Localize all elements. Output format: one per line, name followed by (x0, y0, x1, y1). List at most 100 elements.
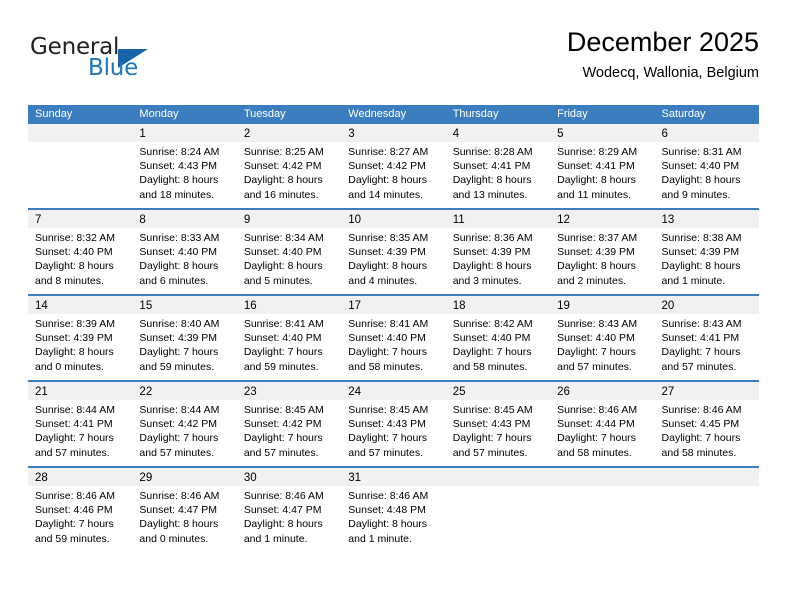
daylight-text-line2: and 58 minutes. (557, 446, 632, 459)
day-sun-info: Sunrise: 8:46 AM Sunset: 4:45 PM Daylight:… (655, 400, 759, 460)
sunset-text: Sunset: 4:39 PM (348, 246, 426, 259)
daylight-text-line2: and 57 minutes. (35, 446, 110, 459)
sunrise-text: Sunrise: 8:45 AM (243, 404, 324, 416)
calendar-day-cell[interactable]: 20 Sunrise: 8:43 AM Sunset: 4:41 PM Dayligh… (654, 296, 759, 380)
daylight-text-line2: and 0 minutes. (35, 360, 104, 373)
calendar-day-cell[interactable]: 2 Sunrise: 8:25 AM Sunset: 4:42 PM Daylight… (236, 124, 342, 208)
daylight-text-line2: and 57 minutes. (139, 446, 215, 459)
daylight-text-line1: Daylight: 8 hours (661, 260, 741, 273)
day-number: 7 (35, 214, 42, 226)
sunset-text: Sunset: 4:47 PM (243, 504, 322, 517)
calendar-day-cell[interactable]: 3 Sunrise: 8:27 AM Sunset: 4:42 PM Daylight… (341, 124, 446, 208)
daylight-text-line1: Daylight: 8 hours (452, 260, 532, 273)
daylight-text-line2: and 59 minutes. (243, 360, 319, 373)
calendar-day-cell[interactable]: 12 Sunrise: 8:37 AM Sunset: 4:39 PM Dayligh… (550, 210, 655, 294)
day-number-band: 18 (445, 296, 551, 314)
sunset-text: Sunset: 4:40 PM (348, 332, 426, 345)
daylight-text-line2: and 1 minute. (243, 532, 308, 545)
day-sun-info: Sunrise: 8:43 AM Sunset: 4:41 PM Daylight:… (655, 314, 759, 374)
calendar-day-cell[interactable]: 29 Sunrise: 8:46 AM Sunset: 4:47 PM Dayligh… (132, 468, 237, 552)
calendar-day-cell[interactable]: 17 Sunrise: 8:41 AM Sunset: 4:40 PM Dayligh… (341, 296, 446, 380)
calendar-day-cell[interactable]: 1 Sunrise: 8:24 AM Sunset: 4:43 PM Daylight… (132, 124, 237, 208)
day-number-band: 17 (341, 296, 446, 314)
daylight-text-line2: and 3 minutes. (452, 274, 522, 287)
daylight-text-line1: Daylight: 7 hours (452, 432, 532, 445)
daylight-text-line2: and 59 minutes. (139, 360, 215, 373)
calendar-day-cell[interactable]: 11 Sunrise: 8:36 AM Sunset: 4:39 PM Dayligh… (445, 210, 551, 294)
day-number-band: 3 (341, 124, 446, 142)
calendar-day-cell[interactable]: 8 Sunrise: 8:33 AM Sunset: 4:40 PM Daylight… (132, 210, 237, 294)
calendar-day-cell[interactable]: 31 Sunrise: 8:46 AM Sunset: 4:48 PM Dayligh… (341, 468, 446, 552)
day-number: 20 (661, 300, 675, 312)
day-sun-info: Sunrise: 8:32 AM Sunset: 4:40 PM Daylight:… (28, 228, 132, 288)
calendar-day-cell[interactable]: 27 Sunrise: 8:46 AM Sunset: 4:45 PM Dayligh… (654, 382, 759, 466)
sunrise-text: Sunrise: 8:27 AM (348, 146, 429, 158)
day-number: 5 (557, 128, 564, 140)
calendar-day-cell[interactable]: 6 Sunrise: 8:31 AM Sunset: 4:40 PM Daylight… (654, 124, 759, 208)
day-number: 14 (35, 300, 48, 312)
calendar-day-cell[interactable]: 9 Sunrise: 8:34 AM Sunset: 4:40 PM Daylight… (236, 210, 342, 294)
calendar-day-cell[interactable]: 5 Sunrise: 8:29 AM Sunset: 4:41 PM Daylight… (550, 124, 655, 208)
sunrise-text: Sunrise: 8:33 AM (139, 232, 220, 244)
daylight-text-line1: Daylight: 7 hours (557, 346, 636, 359)
calendar-day-cell[interactable]: 21 Sunrise: 8:44 AM Sunset: 4:41 PM Dayligh… (28, 382, 133, 466)
calendar-day-cell[interactable]: 19 Sunrise: 8:43 AM Sunset: 4:40 PM Dayligh… (550, 296, 655, 380)
calendar-day-cell[interactable]: 4 Sunrise: 8:28 AM Sunset: 4:41 PM Daylight… (445, 124, 551, 208)
daylight-text-line1: Daylight: 7 hours (452, 346, 532, 359)
daylight-text-line2: and 1 minute. (348, 532, 412, 545)
sunset-text: Sunset: 4:42 PM (243, 418, 322, 431)
calendar-week-row: 1 Sunrise: 8:24 AM Sunset: 4:43 PM Daylight… (28, 124, 759, 208)
day-number-band: 28 (28, 468, 133, 486)
daylight-text-line1: Daylight: 8 hours (243, 260, 323, 273)
calendar-day-cell[interactable]: 25 Sunrise: 8:45 AM Sunset: 4:43 PM Dayligh… (445, 382, 551, 466)
sunrise-text: Sunrise: 8:42 AM (452, 318, 533, 330)
daylight-text-line1: Daylight: 7 hours (35, 518, 114, 531)
day-number-band: 14 (28, 296, 133, 314)
day-sun-info: Sunrise: 8:29 AM Sunset: 4:41 PM Daylight:… (550, 142, 654, 202)
sunset-text: Sunset: 4:39 PM (557, 246, 635, 259)
calendar-day-cell[interactable]: 24 Sunrise: 8:45 AM Sunset: 4:43 PM Dayligh… (341, 382, 446, 466)
day-sun-info: Sunrise: 8:24 AM Sunset: 4:43 PM Daylight:… (132, 142, 236, 202)
daylight-text-line2: and 58 minutes. (452, 360, 528, 373)
day-sun-info: Sunrise: 8:44 AM Sunset: 4:42 PM Daylight:… (132, 400, 236, 460)
calendar-day-cell[interactable]: 30 Sunrise: 8:46 AM Sunset: 4:47 PM Dayligh… (236, 468, 342, 552)
day-sun-info: Sunrise: 8:45 AM Sunset: 4:42 PM Daylight:… (237, 400, 341, 460)
sunrise-text: Sunrise: 8:46 AM (348, 490, 429, 502)
calendar-day-cell[interactable]: 16 Sunrise: 8:41 AM Sunset: 4:40 PM Dayligh… (236, 296, 342, 380)
calendar-day-cell[interactable]: 13 Sunrise: 8:38 AM Sunset: 4:39 PM Dayligh… (654, 210, 759, 294)
calendar-day-cell[interactable]: 10 Sunrise: 8:35 AM Sunset: 4:39 PM Dayligh… (341, 210, 446, 294)
day-sun-info: Sunrise: 8:37 AM Sunset: 4:39 PM Daylight:… (550, 228, 654, 288)
daylight-text-line1: Daylight: 8 hours (243, 518, 323, 531)
day-number-band: 21 (28, 382, 133, 400)
calendar-day-cell[interactable]: 26 Sunrise: 8:46 AM Sunset: 4:44 PM Dayligh… (550, 382, 655, 466)
sunset-text: Sunset: 4:44 PM (557, 418, 635, 431)
weekday-header-wednesday: Wednesday (348, 108, 407, 120)
day-sun-info: Sunrise: 8:36 AM Sunset: 4:39 PM Daylight:… (446, 228, 550, 288)
calendar-day-cell[interactable]: 14 Sunrise: 8:39 AM Sunset: 4:39 PM Dayligh… (28, 296, 133, 380)
calendar-week-row: 14 Sunrise: 8:39 AM Sunset: 4:39 PM Dayligh… (28, 294, 759, 380)
sunset-text: Sunset: 4:41 PM (452, 160, 531, 173)
calendar-week-row: 7 Sunrise: 8:32 AM Sunset: 4:40 PM Daylight… (28, 208, 759, 294)
day-number: 17 (348, 300, 362, 312)
daylight-text-line1: Daylight: 7 hours (557, 432, 636, 445)
sunrise-text: Sunrise: 8:46 AM (661, 404, 742, 416)
calendar-day-cell[interactable]: 23 Sunrise: 8:45 AM Sunset: 4:42 PM Dayligh… (236, 382, 342, 466)
daylight-text-line2: and 57 minutes. (348, 446, 423, 459)
daylight-text-line1: Daylight: 7 hours (243, 432, 323, 445)
day-number-band: 27 (654, 382, 759, 400)
calendar-day-cell[interactable]: 7 Sunrise: 8:32 AM Sunset: 4:40 PM Daylight… (28, 210, 133, 294)
sunrise-text: Sunrise: 8:25 AM (243, 146, 324, 158)
sunset-text: Sunset: 4:40 PM (661, 160, 740, 173)
day-sun-info: Sunrise: 8:39 AM Sunset: 4:39 PM Daylight:… (28, 314, 132, 374)
day-sun-info: Sunrise: 8:40 AM Sunset: 4:39 PM Daylight:… (132, 314, 236, 374)
sunset-text: Sunset: 4:43 PM (139, 160, 218, 173)
general-blue-logo[interactable]: General Blue (28, 34, 158, 90)
calendar-day-cell[interactable]: 22 Sunrise: 8:44 AM Sunset: 4:42 PM Dayligh… (132, 382, 237, 466)
calendar-day-cell[interactable]: 18 Sunrise: 8:42 AM Sunset: 4:40 PM Dayligh… (445, 296, 551, 380)
sunrise-text: Sunrise: 8:34 AM (243, 232, 324, 244)
sunrise-text: Sunrise: 8:43 AM (661, 318, 742, 330)
calendar-day-cell[interactable]: 15 Sunrise: 8:40 AM Sunset: 4:39 PM Dayligh… (132, 296, 237, 380)
calendar-day-cell[interactable]: 28 Sunrise: 8:46 AM Sunset: 4:46 PM Dayligh… (28, 468, 133, 552)
day-number-band: 13 (654, 210, 759, 228)
day-sun-info: Sunrise: 8:28 AM Sunset: 4:41 PM Daylight:… (446, 142, 550, 202)
